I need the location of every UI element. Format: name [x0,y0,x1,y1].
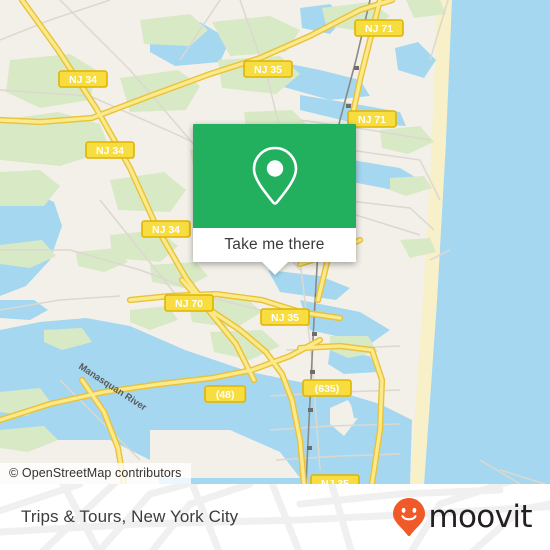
highway-shield-label: NJ 71 [365,23,393,35]
highway-shield: NJ 70 [164,294,214,312]
highway-shield: (635) [302,379,352,397]
moovit-map-screenshot: Manasquan River NJ 71 NJ 35 NJ 34 NJ 71 NJ 3… [0,0,550,550]
map-pin-icon [252,146,297,205]
take-me-there-button[interactable]: Take me there [193,228,356,262]
highway-shield-label: NJ 35 [271,312,299,324]
popup-card-header [193,124,356,228]
moovit-logo[interactable]: moovit [392,497,533,537]
highway-shield: NJ 34 [58,70,108,88]
take-me-there-label: Take me there [224,236,325,253]
highway-shield-label: (48) [216,389,235,401]
highway-shield-label: NJ 70 [175,298,203,310]
highway-shield: NJ 34 [85,141,135,159]
highway-shield-label: NJ 34 [69,74,97,86]
highway-shield: NJ 71 [354,19,404,37]
highway-shield-label: NJ 71 [358,114,386,126]
highway-shield-label: NJ 35 [254,64,282,76]
highway-shield-label: (635) [315,383,340,395]
highway-shield: NJ 35 [260,308,310,326]
highway-shield: NJ 34 [141,220,191,238]
page-title: Trips & Tours, New York City [21,507,239,526]
map-canvas[interactable]: Manasquan River NJ 71 NJ 35 NJ 34 NJ 71 NJ 3… [0,0,550,484]
highway-shield-label: NJ 34 [96,145,124,157]
highway-shield: NJ 35 [310,474,360,484]
moovit-smiley-pin-icon [393,498,426,536]
osm-attribution[interactable]: © OpenStreetMap contributors [0,463,191,484]
popup-pointer [261,262,288,275]
highway-shield-label: NJ 34 [152,224,180,236]
location-popup-card[interactable]: Take me there [193,124,356,275]
highway-shield: (48) [204,385,247,403]
footer-bar: Trips & Tours, New York City moovit [0,484,550,550]
moovit-wordmark: moovit [428,498,532,535]
highway-shield: NJ 35 [243,60,293,78]
